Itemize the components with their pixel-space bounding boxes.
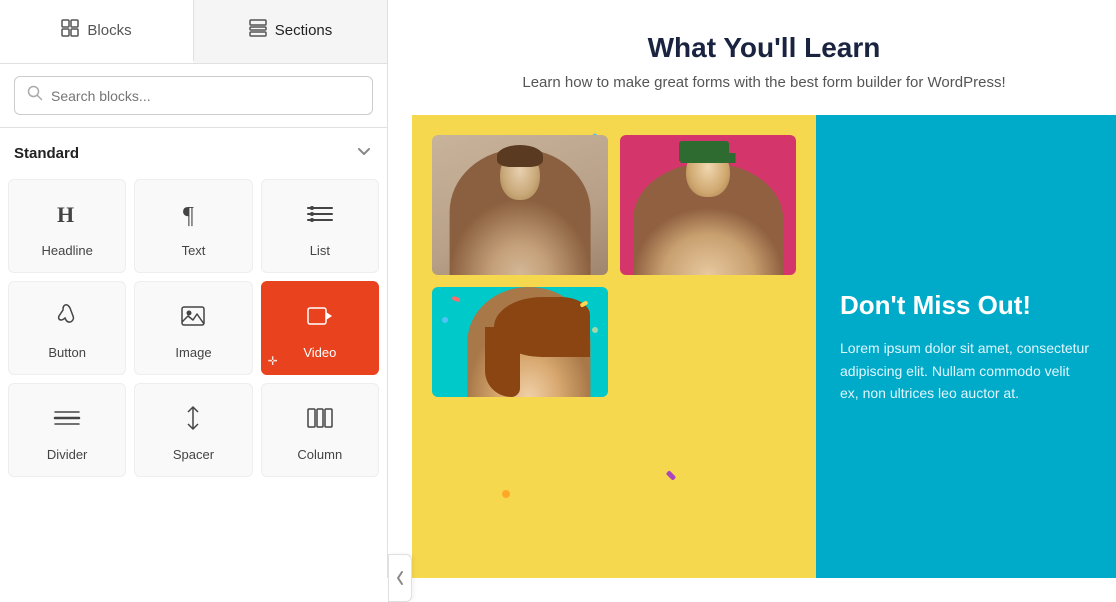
svg-text:¶: ¶	[183, 203, 194, 228]
search-box	[14, 76, 373, 115]
block-text[interactable]: ¶ Text	[134, 179, 252, 273]
block-image-label: Image	[175, 345, 211, 360]
search-wrapper	[0, 64, 387, 128]
left-panel: Blocks Sections Sta	[0, 0, 388, 578]
image-icon	[179, 302, 207, 337]
standard-section-header: Standard	[0, 128, 387, 175]
chevron-left-icon	[395, 570, 405, 586]
chevron-down-icon[interactable]	[355, 142, 373, 165]
content-top: What You'll Learn Learn how to make grea…	[412, 0, 1116, 115]
block-column-label: Column	[297, 447, 342, 462]
block-video[interactable]: Video ✛	[261, 281, 379, 375]
block-list-label: List	[310, 243, 330, 258]
tab-sections[interactable]: Sections	[194, 0, 387, 63]
collapse-panel-button[interactable]	[388, 554, 412, 602]
column-icon	[306, 404, 334, 439]
content-bottom: Don't Miss Out! Lorem ipsum dolor sit am…	[412, 115, 1116, 578]
search-icon	[27, 85, 43, 106]
block-divider[interactable]: Divider	[8, 383, 126, 477]
block-list[interactable]: List	[261, 179, 379, 273]
teal-section: Don't Miss Out! Lorem ipsum dolor sit am…	[816, 115, 1116, 578]
blocks-tab-icon	[61, 19, 79, 42]
divider-icon	[53, 404, 81, 439]
content-heading: What You'll Learn	[432, 32, 1096, 64]
block-button-label: Button	[48, 345, 86, 360]
button-icon	[53, 302, 81, 337]
tab-bar: Blocks Sections	[0, 0, 387, 64]
promo-body: Lorem ipsum dolor sit amet, consectetur …	[840, 337, 1092, 404]
standard-section-title: Standard	[14, 145, 79, 162]
yellow-section	[412, 115, 816, 578]
right-panel: What You'll Learn Learn how to make grea…	[412, 0, 1116, 578]
svg-text:H: H	[57, 202, 74, 227]
headline-icon: H	[53, 200, 81, 235]
move-cursor-icon: ✛	[268, 354, 278, 368]
promo-heading: Don't Miss Out!	[840, 289, 1092, 322]
block-headline-label: Headline	[42, 243, 93, 258]
block-divider-label: Divider	[47, 447, 87, 462]
blocks-grid: H Headline ¶ Text	[0, 175, 387, 481]
block-spacer-label: Spacer	[173, 447, 214, 462]
video-icon	[306, 302, 334, 337]
sections-tab-icon	[249, 19, 267, 42]
photo-1	[432, 135, 608, 275]
text-icon: ¶	[179, 200, 207, 235]
list-icon	[306, 200, 334, 235]
block-text-label: Text	[182, 243, 206, 258]
tab-blocks[interactable]: Blocks	[0, 0, 194, 63]
block-button[interactable]: Button	[8, 281, 126, 375]
tab-blocks-label: Blocks	[87, 22, 131, 39]
block-headline[interactable]: H Headline	[8, 179, 126, 273]
block-spacer[interactable]: Spacer	[134, 383, 252, 477]
spacer-icon	[179, 404, 207, 439]
photo-3	[432, 287, 608, 397]
content-subheading: Learn how to make great forms with the b…	[432, 74, 1096, 91]
block-video-label: Video	[303, 345, 336, 360]
tab-sections-label: Sections	[275, 22, 333, 39]
photo-2	[620, 135, 796, 275]
block-image[interactable]: Image	[134, 281, 252, 375]
search-input[interactable]	[51, 88, 360, 104]
block-column[interactable]: Column	[261, 383, 379, 477]
